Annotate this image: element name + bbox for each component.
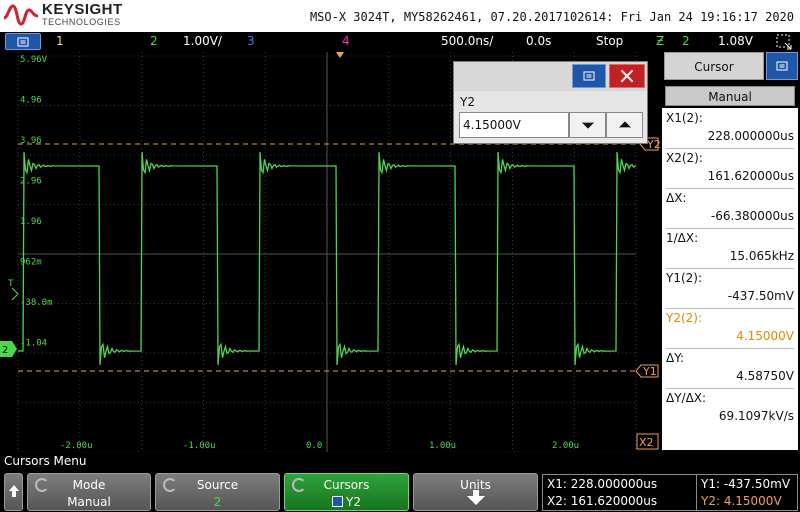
y2-cursor-popup: Y2 4.15000V	[453, 61, 648, 144]
down-arrow-icon	[466, 490, 485, 505]
y-scale-label: 5.96V	[20, 55, 48, 65]
cursors-softkey-value-row: Y2	[285, 495, 408, 509]
trigger-level-marker[interactable]: T	[7, 279, 19, 301]
panel-menu-button[interactable]	[766, 52, 798, 80]
channel-2-indicator[interactable]: 2	[150, 34, 158, 48]
channel-2-scale: 1.00V/	[183, 34, 222, 48]
back-arrow-icon[interactable]	[4, 473, 23, 511]
cursor-readout-list: X1(2): 228.000000us X2(2): 161.620000us …	[662, 108, 798, 450]
readout-divider	[696, 475, 697, 510]
trigger-icon: Ƶ	[656, 34, 665, 48]
status-bar: 1 2 1.00V/ 3 4 500.0ns/ 0.0s Stop Ƶ 2 1.…	[0, 32, 800, 52]
y2-value-input[interactable]: 4.15000V	[459, 112, 569, 138]
source-softkey[interactable]: Source 2	[155, 473, 280, 511]
delta-y-label: ΔY:	[666, 348, 794, 365]
cursor-mode-button[interactable]: Manual	[665, 86, 795, 106]
x2-value: 161.620000us	[707, 169, 794, 183]
x1-label: X1(2):	[666, 111, 703, 125]
y-scale-label: -38.0m	[20, 298, 53, 308]
x-scale-label: -2.00u	[60, 441, 93, 451]
popup-menu-button[interactable]	[572, 64, 606, 88]
chevron-down-icon	[581, 122, 594, 129]
brand-subtitle: TECHNOLOGIES	[42, 17, 121, 27]
channel-3-indicator[interactable]: 3	[247, 34, 255, 48]
y2-label: Y2(2):	[666, 308, 794, 325]
zoom-select-icon[interactable]	[776, 34, 792, 50]
run-state: Stop	[596, 34, 624, 48]
y1-label: Y1(2):	[666, 268, 794, 285]
x2-cursor-marker[interactable]: X2	[636, 433, 659, 450]
svg-text:Y2: Y2	[646, 138, 660, 151]
source-softkey-value: 2	[213, 495, 222, 509]
svg-text:2: 2	[2, 345, 8, 356]
main-menu-button[interactable]	[5, 33, 41, 50]
readout-y1: Y1: -437.50mV	[701, 477, 791, 491]
units-softkey[interactable]: Units	[413, 473, 538, 511]
mode-softkey-value: Manual	[67, 495, 111, 509]
delta-x-value: -66.380000us	[710, 209, 794, 223]
brand-name: KEYSIGHT	[42, 1, 123, 18]
cursors-softkey-value: Y2	[346, 495, 361, 509]
x-scale-label: 2.00u	[552, 441, 579, 451]
close-icon[interactable]	[609, 64, 645, 88]
menu-icon	[17, 37, 29, 46]
slope-label: ΔY/ΔX:	[666, 388, 794, 405]
svg-text:T: T	[7, 279, 14, 289]
readout-y2: Y2: 4.15000V	[701, 494, 782, 508]
readout-x1: X1: 228.000000us	[547, 477, 658, 491]
y2-field-label: Y2	[460, 95, 475, 109]
cursor-panel: Cursor Manual X1(2): 228.000000us X2(2):…	[660, 52, 800, 452]
svg-text:X2: X2	[639, 436, 654, 449]
mode-softkey-label: Mode	[72, 478, 106, 492]
inverse-delta-x-label: 1/ΔX:	[666, 228, 794, 245]
delta-y-value: 4.58750V	[736, 369, 794, 383]
cursors-softkey-label: Cursors	[323, 478, 370, 492]
y2-decrement-button[interactable]	[569, 112, 606, 138]
inverse-delta-x-value: 15.065kHz	[729, 249, 794, 263]
slope-value: 69.1097kV/s	[718, 409, 794, 423]
mode-softkey[interactable]: Mode Manual	[27, 473, 151, 511]
source-softkey-label: Source	[196, 478, 239, 492]
y2-increment-button[interactable]	[606, 112, 643, 138]
x-scale-label: 0.0	[306, 441, 322, 451]
readout-x2: X2: 161.620000us	[547, 494, 658, 508]
header-bar: KEYSIGHT TECHNOLOGIES MSO-X 3024T, MY582…	[0, 0, 800, 32]
instrument-info: MSO-X 3024T, MY58262461, 07.20.201710261…	[309, 10, 794, 24]
chevron-up-icon	[618, 121, 631, 128]
y1-value: -437.50mV	[727, 289, 794, 303]
x1-value: 228.000000us	[707, 129, 794, 143]
trigger-level: 1.08V	[718, 34, 753, 48]
menu-icon	[583, 71, 595, 81]
menu-icon	[776, 61, 788, 71]
y1-cursor-marker[interactable]: Y1	[635, 364, 659, 378]
x-scale-label: -1.00u	[183, 441, 216, 451]
y2-value: 4.15000V	[736, 329, 794, 343]
cursor-swatch-icon	[332, 496, 344, 507]
x-scale-label: 1.00u	[429, 441, 456, 451]
y-scale-label: 4.96	[20, 96, 42, 106]
cursor-panel-tab[interactable]: Cursor	[664, 52, 764, 80]
y-scale-label: -1.04	[20, 339, 47, 349]
cursors-softkey[interactable]: Cursors Y2	[284, 473, 409, 511]
cursor-readout-box: X1: 228.000000us X2: 161.620000us Y1: -4…	[542, 474, 798, 511]
channel-1-indicator[interactable]: 1	[56, 34, 64, 48]
delta-x-label: ΔX:	[666, 188, 794, 205]
softkey-menu-title: Cursors Menu	[4, 454, 87, 468]
channel-4-indicator[interactable]: 4	[342, 34, 350, 48]
timebase-value: 500.0ns/	[441, 34, 494, 48]
trigger-channel: 2	[682, 34, 690, 48]
delay-value: 0.0s	[526, 34, 552, 48]
svg-text:Y1: Y1	[642, 365, 657, 378]
x2-label: X2(2):	[666, 148, 794, 165]
trigger-position-marker[interactable]	[336, 52, 344, 58]
channel-2-ground-marker[interactable]: 2	[0, 341, 17, 357]
keysight-logo-icon	[3, 4, 39, 26]
